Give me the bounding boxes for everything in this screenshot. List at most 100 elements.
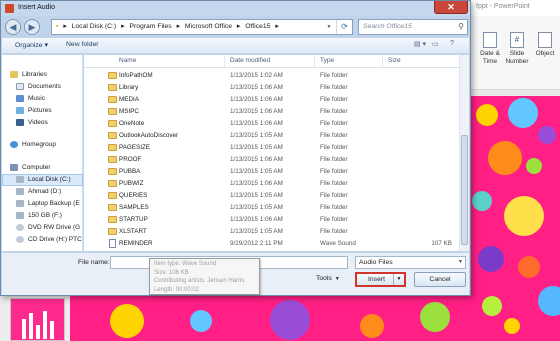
file-type: File folder xyxy=(320,96,348,103)
sidebar-item-laptop-backup[interactable]: Laptop Backup (E xyxy=(2,198,83,210)
main-slide-preview[interactable] xyxy=(70,296,470,341)
new-folder-button[interactable]: New folder xyxy=(66,41,99,48)
insert-button[interactable]: Insert ▼ xyxy=(355,272,406,287)
address-separator: ▸ xyxy=(236,23,241,30)
address-separator: ▸ xyxy=(63,23,67,30)
file-row[interactable]: InfoPathOM 1/13/2015 1:02 AM File folder xyxy=(84,70,459,82)
file-name-label: File name: xyxy=(78,259,110,266)
thumbnail-chart xyxy=(20,305,60,339)
tooltip-item-type: Item type: Wave Sound xyxy=(154,261,217,267)
sidebar-item-ahmad-d[interactable]: Ahmad (D:) xyxy=(2,186,83,198)
sidebar-item-label: Homegroup xyxy=(22,141,56,148)
help-icon[interactable]: ? xyxy=(450,40,454,52)
file-type: File folder xyxy=(320,120,348,127)
decor-dot xyxy=(518,256,540,278)
address-separator: ▸ xyxy=(121,23,125,30)
organize-button[interactable]: Organize ▾ xyxy=(15,41,48,49)
ribbon-slide-number[interactable]: # Slide Number xyxy=(503,32,531,66)
file-row[interactable]: PUBBA 1/13/2015 1:05 AM File folder xyxy=(84,166,459,178)
drive-icon xyxy=(16,212,24,219)
column-divider[interactable] xyxy=(382,56,383,67)
file-row[interactable]: SAMPLES 1/13/2015 1:05 AM File folder xyxy=(84,202,459,214)
column-header-size[interactable]: Size xyxy=(388,57,401,64)
file-row[interactable]: OutlookAutoDiscover 1/13/2015 1:05 AM File… xyxy=(84,130,459,142)
powerpoint-icon xyxy=(5,4,14,13)
ribbon-slide-number-label: Slide Number xyxy=(505,50,529,65)
breadcrumb-microsoft-office[interactable]: Microsoft Office xyxy=(185,23,232,30)
drive-icon xyxy=(16,188,24,195)
sidebar-item-label: CD Drive (H:) PTC xyxy=(28,236,82,243)
tools-button[interactable]: Tools ▼ xyxy=(316,275,340,282)
file-name: MEDIA xyxy=(119,96,139,103)
dialog-titlebar[interactable]: Insert Audio ✕ xyxy=(1,1,470,16)
file-row[interactable]: REMINDER 9/29/2012 2:11 PM Wave Sound 107 K… xyxy=(84,238,459,250)
column-header-type[interactable]: Type xyxy=(320,57,334,64)
file-name: STARTUP xyxy=(119,216,148,223)
object-icon xyxy=(538,32,552,48)
sidebar-item-pictures[interactable]: Pictures xyxy=(2,105,83,117)
column-header-name[interactable]: Name xyxy=(119,57,136,64)
decor-dot xyxy=(360,314,384,338)
file-row[interactable]: XLSTART 1/13/2015 1:05 AM File folder xyxy=(84,226,459,238)
folder-icon xyxy=(108,192,117,199)
refresh-icon[interactable]: ⟳ xyxy=(336,20,352,34)
back-button[interactable]: ◀ xyxy=(5,19,21,35)
folder-icon xyxy=(108,180,117,187)
file-row[interactable]: QUERIES 1/13/2015 1:05 AM File folder xyxy=(84,190,459,202)
preview-pane-icon[interactable]: ▭ xyxy=(432,40,439,52)
sidebar-item-cd-drive[interactable]: CD Drive (H:) PTC xyxy=(2,234,83,246)
decor-dot xyxy=(538,286,560,316)
insert-label: Insert xyxy=(368,276,385,283)
sidebar-item-local-disk[interactable]: Local Disk (C:) xyxy=(2,174,83,186)
sidebar-item-libraries[interactable]: Libraries xyxy=(2,69,83,81)
sidebar-item-music[interactable]: Music xyxy=(2,93,83,105)
file-row[interactable]: MEDIA 1/13/2015 1:06 AM File folder xyxy=(84,94,459,106)
file-row[interactable]: STARTUP 1/13/2015 1:06 AM File folder xyxy=(84,214,459,226)
insert-options-dropdown[interactable]: ▼ xyxy=(393,274,404,285)
breadcrumb-office15[interactable]: Office15 xyxy=(245,23,270,30)
sidebar-item-documents[interactable]: Documents xyxy=(2,81,83,93)
column-divider[interactable] xyxy=(224,56,225,67)
file-type: File folder xyxy=(320,192,348,199)
ribbon-date-time[interactable]: Date & Time xyxy=(476,32,504,66)
file-row[interactable]: MSIPC 1/13/2015 1:06 AM File folder xyxy=(84,106,459,118)
documents-icon xyxy=(16,83,24,90)
decor-dot xyxy=(472,191,492,211)
sidebar-item-label: Pictures xyxy=(28,107,52,114)
breadcrumb-local-disk[interactable]: Local Disk (C:) xyxy=(72,23,117,30)
file-date: 1/13/2015 1:06 AM xyxy=(230,120,283,127)
file-type: File folder xyxy=(320,228,348,235)
file-row[interactable]: Library 1/13/2015 1:06 AM File folder xyxy=(84,82,459,94)
command-toolbar: Organize ▾ New folder ▤ ▾ ▭ ? xyxy=(2,37,469,54)
sidebar-item-videos[interactable]: Videos xyxy=(2,117,83,129)
column-header-date[interactable]: Date modified xyxy=(230,57,270,64)
file-row[interactable]: PAGESIZE 1/13/2015 1:05 AM File folder xyxy=(84,142,459,154)
close-button[interactable]: ✕ xyxy=(434,1,468,14)
file-row[interactable]: OneNote 1/13/2015 1:06 AM File folder xyxy=(84,118,459,130)
forward-button[interactable]: ▶ xyxy=(24,19,40,35)
file-date: 1/13/2015 1:06 AM xyxy=(230,108,283,115)
breadcrumb-program-files[interactable]: Program Files xyxy=(129,23,171,30)
file-type-filter-value: Audio Files xyxy=(359,259,393,266)
ribbon-date-time-label: Date & Time xyxy=(480,50,500,65)
slide-canvas[interactable] xyxy=(468,96,560,341)
file-type-filter[interactable]: Audio Files ▼ xyxy=(355,256,466,269)
address-history-dropdown[interactable]: ▼ xyxy=(324,20,334,34)
file-row[interactable]: PUBWIZ 1/13/2015 1:06 AM File folder xyxy=(84,178,459,190)
address-bar[interactable]: ▪ ▸ Local Disk (C:) ▸ Program Files ▸ Mi… xyxy=(51,19,353,35)
sidebar-item-dvd-drive[interactable]: DVD RW Drive (G xyxy=(2,222,83,234)
cancel-button[interactable]: Cancel xyxy=(414,272,466,287)
vertical-scrollbar[interactable] xyxy=(459,55,469,251)
sidebar-item-150gb[interactable]: 150 GB (F:) xyxy=(2,210,83,222)
sidebar-item-computer[interactable]: Computer xyxy=(2,162,83,174)
scrollbar-thumb[interactable] xyxy=(461,135,468,245)
search-input[interactable]: Search Office15 ⚲ xyxy=(358,19,468,35)
view-options-icon[interactable]: ▤ ▾ xyxy=(414,40,426,52)
sidebar-item-homegroup[interactable]: Homegroup xyxy=(2,139,83,151)
ribbon-object[interactable]: Object xyxy=(531,32,559,58)
file-date: 1/13/2015 1:06 AM xyxy=(230,96,283,103)
column-divider[interactable] xyxy=(314,56,315,67)
file-row[interactable]: PROOF 1/13/2015 1:06 AM File folder xyxy=(84,154,459,166)
file-date: 1/13/2015 1:06 AM xyxy=(230,216,283,223)
decor-dot xyxy=(476,104,498,126)
